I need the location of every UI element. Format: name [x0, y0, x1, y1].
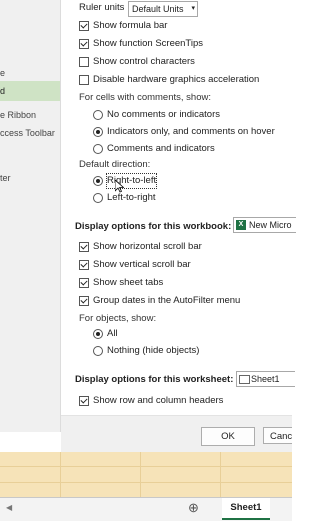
objects-all-radio[interactable]: [93, 329, 103, 339]
options-nav-pane: e d e Ribbon ccess Toolbar ter: [0, 0, 61, 432]
show-vertical-scroll-bar-label: Show vertical scroll bar: [93, 259, 191, 270]
objects-heading: For objects, show:: [79, 313, 157, 324]
worksheet-select-value: Sheet1: [251, 374, 280, 384]
nav-item-customize-ribbon[interactable]: e Ribbon: [0, 105, 60, 125]
worksheet-options-heading: Display options for this worksheet:: [75, 374, 234, 385]
advanced-options-panel: Ruler units Default Units ▾ Show formula…: [61, 0, 296, 432]
comments-heading: For cells with comments, show:: [79, 92, 211, 103]
worksheet-icon: [239, 375, 250, 384]
workbook-options-heading: Display options for this workbook:: [75, 221, 232, 232]
sheet-tab-active[interactable]: Sheet1: [222, 498, 270, 520]
show-row-column-headers-checkbox[interactable]: [79, 396, 89, 406]
show-horizontal-scroll-bar-checkbox[interactable]: [79, 242, 89, 252]
show-function-screentips-label: Show function ScreenTips: [93, 38, 204, 49]
nav-item-1[interactable]: e: [0, 63, 60, 83]
show-formula-bar-label: Show formula bar: [93, 20, 168, 31]
scroll-left-icon[interactable]: ◀: [6, 503, 12, 512]
no-comments-label: No comments or indicators: [107, 109, 220, 120]
ruler-units-value: Default Units: [132, 4, 184, 14]
nav-item-quick-access-toolbar[interactable]: ccess Toolbar: [0, 123, 60, 143]
show-sheet-tabs-label: Show sheet tabs: [93, 277, 164, 288]
show-sheet-tabs-checkbox[interactable]: [79, 278, 89, 288]
comments-and-indicators-label: Comments and indicators: [107, 143, 215, 154]
default-direction-heading: Default direction:: [79, 159, 151, 170]
sheet-tab-bar: ◀ ⊕ Sheet1: [0, 497, 292, 521]
disable-hw-acceleration-label: Disable hardware graphics acceleration: [93, 74, 260, 85]
right-to-left-radio[interactable]: [93, 176, 103, 186]
grid-line: [60, 452, 61, 497]
show-function-screentips-checkbox[interactable]: [79, 39, 89, 49]
ok-button[interactable]: OK: [201, 427, 255, 446]
indicators-only-label: Indicators only, and comments on hover: [107, 126, 275, 137]
ruler-units-select[interactable]: Default Units ▾: [128, 1, 198, 17]
show-horizontal-scroll-bar-label: Show horizontal scroll bar: [93, 241, 202, 252]
show-control-characters-checkbox[interactable]: [79, 57, 89, 67]
indicators-only-radio[interactable]: [93, 127, 103, 137]
group-dates-autofilter-label: Group dates in the AutoFilter menu: [93, 295, 241, 306]
cancel-button[interactable]: Canc: [263, 427, 292, 444]
grid-line: [220, 452, 221, 497]
grid-line: [0, 482, 292, 483]
add-sheet-icon[interactable]: ⊕: [188, 500, 199, 516]
left-to-right-label: Left-to-right: [107, 192, 156, 203]
workbook-select[interactable]: X New Micro: [233, 217, 296, 233]
objects-nothing-label: Nothing (hide objects): [107, 345, 200, 356]
objects-nothing-radio[interactable]: [93, 346, 103, 356]
nav-item-selected[interactable]: d: [0, 81, 60, 101]
show-formula-bar-checkbox[interactable]: [79, 21, 89, 31]
ruler-units-label: Ruler units: [79, 2, 125, 13]
show-row-column-headers-label: Show row and column headers: [93, 395, 224, 406]
disable-hw-acceleration-checkbox[interactable]: [79, 75, 89, 85]
workbook-select-value: New Micro: [249, 220, 292, 230]
left-to-right-radio[interactable]: [93, 193, 103, 203]
chevron-down-icon: ▾: [191, 5, 195, 12]
worksheet-grid: [0, 452, 292, 497]
nav-item-trust-center[interactable]: ter: [0, 168, 60, 188]
grid-line: [0, 466, 292, 467]
no-comments-radio[interactable]: [93, 110, 103, 120]
show-control-characters-label: Show control characters: [93, 56, 195, 67]
dialog-footer: [61, 416, 292, 452]
objects-all-label: All: [107, 328, 118, 339]
group-dates-autofilter-checkbox[interactable]: [79, 296, 89, 306]
worksheet-select[interactable]: Sheet1: [236, 371, 295, 387]
excel-workbook-icon: X: [236, 220, 246, 230]
grid-line: [140, 452, 141, 497]
show-vertical-scroll-bar-checkbox[interactable]: [79, 260, 89, 270]
mouse-cursor-icon: [115, 180, 124, 193]
comments-and-indicators-radio[interactable]: [93, 144, 103, 154]
